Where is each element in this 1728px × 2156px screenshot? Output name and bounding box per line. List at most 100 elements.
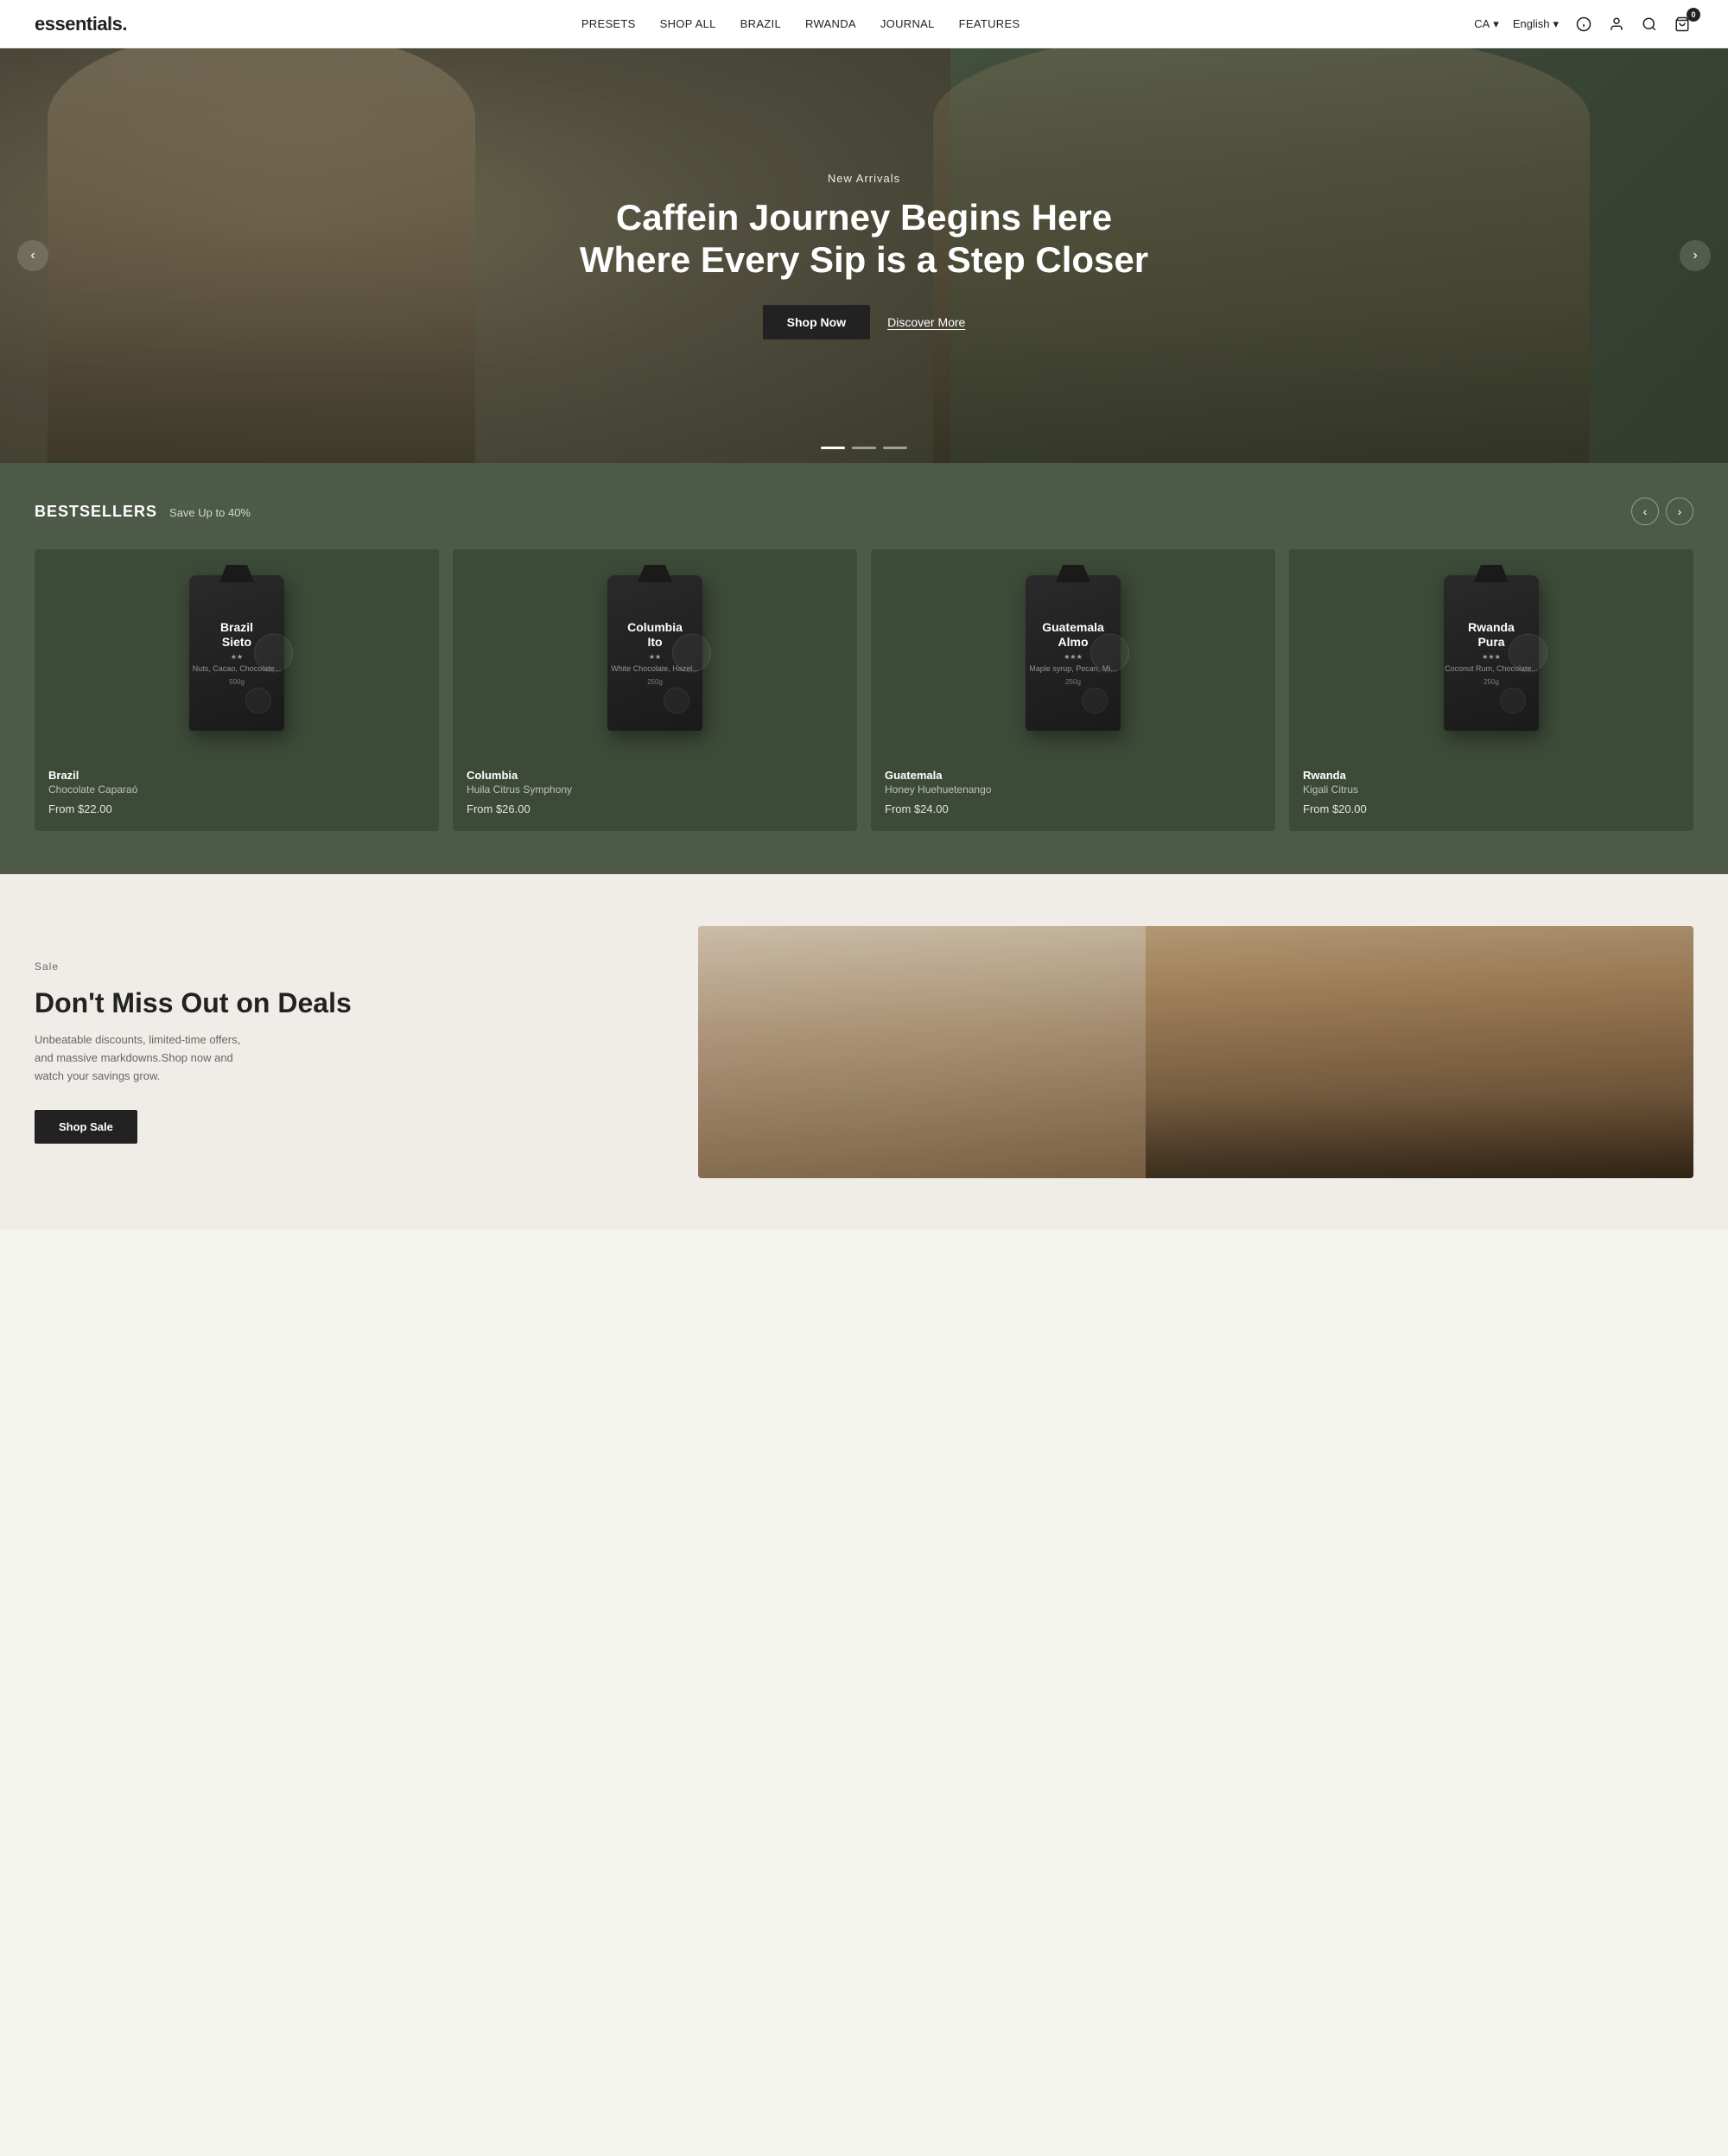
sale-image	[698, 926, 1693, 1178]
product-price: From $22.00	[48, 802, 425, 815]
sale-section: Sale Don't Miss Out on Deals Unbeatable …	[0, 874, 1728, 1230]
section-subtitle: Save Up to 40%	[169, 506, 251, 519]
discover-more-button[interactable]: Discover More	[887, 315, 965, 329]
info-icon	[1576, 16, 1591, 32]
product-region: Brazil	[48, 769, 425, 782]
hero-next-button[interactable]: ›	[1680, 240, 1711, 271]
hero-dot-2[interactable]	[852, 447, 876, 449]
product-price: From $24.00	[885, 802, 1261, 815]
hero-dot-3[interactable]	[883, 447, 907, 449]
product-region: Columbia	[467, 769, 843, 782]
product-image-wrap: RwandaPura ★★★ Coconut Rum, Chocolate...…	[1289, 549, 1693, 757]
product-image-wrap: ColumbiaIto ★★ White Chocolate, Hazel...…	[453, 549, 857, 757]
bag-name: BrazilSieto	[220, 620, 253, 650]
bag-name: GuatemalaAlmo	[1042, 620, 1104, 650]
coffee-bag: ColumbiaIto ★★ White Chocolate, Hazel...…	[607, 575, 702, 731]
user-icon	[1609, 16, 1624, 32]
search-button[interactable]	[1638, 13, 1661, 35]
bag-notes: Maple syrup, Pecan, Mi...	[1029, 664, 1117, 673]
products-grid: BrazilSieto ★★ Nuts, Cacao, Chocolate...…	[35, 549, 1693, 831]
logo[interactable]: essentials.	[35, 13, 127, 35]
product-name: Kigali Citrus	[1303, 783, 1680, 796]
product-image-wrap: GuatemalaAlmo ★★★ Maple syrup, Pecan, Mi…	[871, 549, 1275, 757]
account-button[interactable]	[1605, 13, 1628, 35]
product-info: Brazil Chocolate Caparaó From $22.00	[35, 757, 439, 831]
nav-link-presets[interactable]: PRESETS	[581, 17, 636, 30]
shop-now-button[interactable]: Shop Now	[763, 305, 870, 339]
hero-tag: New Arrivals	[579, 172, 1149, 185]
product-name: Huila Citrus Symphony	[467, 783, 843, 796]
sale-description: Unbeatable discounts, limited-time offer…	[35, 1031, 242, 1085]
bag-notes: Coconut Rum, Chocolate...	[1445, 664, 1538, 673]
hero-title: Caffein Journey Begins Here Where Every …	[579, 197, 1149, 281]
nav-link-features[interactable]: FEATURES	[959, 17, 1020, 30]
nav-icons: 0	[1572, 13, 1693, 35]
hero-section: New Arrivals Caffein Journey Begins Here…	[0, 48, 1728, 463]
section-arrows: ‹ ›	[1631, 498, 1693, 525]
product-image-wrap: BrazilSieto ★★ Nuts, Cacao, Chocolate...…	[35, 549, 439, 757]
product-region: Rwanda	[1303, 769, 1680, 782]
nav-link-journal[interactable]: JOURNAL	[880, 17, 935, 30]
product-card[interactable]: ColumbiaIto ★★ White Chocolate, Hazel...…	[453, 549, 857, 831]
hero-prev-button[interactable]: ‹	[17, 240, 48, 271]
product-info: Guatemala Honey Huehuetenango From $24.0…	[871, 757, 1275, 831]
section-title: BESTSELLERS	[35, 503, 157, 521]
sale-tag: Sale	[35, 961, 59, 973]
cart-count: 0	[1687, 8, 1700, 22]
bag-notes: Nuts, Cacao, Chocolate...	[193, 664, 282, 673]
nav-link-shop-all[interactable]: SHOP ALL	[660, 17, 716, 30]
nav-link-rwanda[interactable]: RWANDA	[805, 17, 856, 30]
bag-name: ColumbiaIto	[627, 620, 683, 650]
hero-dot-1[interactable]	[821, 447, 845, 449]
product-card[interactable]: RwandaPura ★★★ Coconut Rum, Chocolate...…	[1289, 549, 1693, 831]
nav-link-brazil[interactable]: BRAZIL	[740, 17, 781, 30]
product-info: Columbia Huila Citrus Symphony From $26.…	[453, 757, 857, 831]
bag-stars: ★★★	[1064, 653, 1083, 661]
coffee-bag: RwandaPura ★★★ Coconut Rum, Chocolate...…	[1444, 575, 1539, 731]
product-region: Guatemala	[885, 769, 1261, 782]
coffee-bag: GuatemalaAlmo ★★★ Maple syrup, Pecan, Mi…	[1026, 575, 1121, 731]
language-selector[interactable]: English ▾	[1513, 17, 1559, 31]
navigation: essentials. PRESETS SHOP ALL BRAZIL RWAN…	[0, 0, 1728, 48]
coffee-bag: BrazilSieto ★★ Nuts, Cacao, Chocolate...…	[189, 575, 284, 731]
cart-button[interactable]: 0	[1671, 13, 1693, 35]
nav-links: PRESETS SHOP ALL BRAZIL RWANDA JOURNAL F…	[581, 17, 1020, 30]
products-next-button[interactable]: ›	[1666, 498, 1693, 525]
product-price: From $20.00	[1303, 802, 1680, 815]
chevron-down-icon: ▾	[1553, 17, 1559, 31]
section-title-wrap: BESTSELLERS Save Up to 40%	[35, 503, 251, 521]
bag-notes: White Chocolate, Hazel...	[611, 664, 699, 673]
product-name: Chocolate Caparaó	[48, 783, 425, 796]
language-label: English	[1513, 17, 1550, 30]
sale-title: Don't Miss Out on Deals	[35, 986, 352, 1019]
products-prev-button[interactable]: ‹	[1631, 498, 1659, 525]
bestsellers-section: BESTSELLERS Save Up to 40% ‹ › BrazilSie…	[0, 463, 1728, 874]
bag-stars: ★★	[649, 653, 661, 661]
bag-weight: 250g	[647, 678, 663, 686]
hero-actions: Shop Now Discover More	[579, 305, 1149, 339]
bag-name: RwandaPura	[1468, 620, 1515, 650]
bag-weight: 250g	[1483, 678, 1499, 686]
product-name: Honey Huehuetenango	[885, 783, 1261, 796]
bag-weight: 250g	[1065, 678, 1081, 686]
sale-overlay	[698, 926, 1693, 1178]
product-card[interactable]: GuatemalaAlmo ★★★ Maple syrup, Pecan, Mi…	[871, 549, 1275, 831]
bag-circle-2	[1082, 688, 1108, 713]
bag-circle-2	[245, 688, 271, 713]
hero-dots	[821, 447, 907, 449]
product-price: From $26.00	[467, 802, 843, 815]
product-card[interactable]: BrazilSieto ★★ Nuts, Cacao, Chocolate...…	[35, 549, 439, 831]
bag-circle-2	[664, 688, 689, 713]
bag-circle-2	[1500, 688, 1526, 713]
search-icon	[1642, 16, 1657, 32]
sale-text-col: Sale Don't Miss Out on Deals Unbeatable …	[35, 926, 698, 1178]
hero-content: New Arrivals Caffein Journey Begins Here…	[562, 172, 1166, 339]
country-selector[interactable]: CA ▾	[1474, 17, 1499, 31]
nav-right: CA ▾ English ▾ 0	[1474, 13, 1693, 35]
bag-weight: 500g	[229, 678, 245, 686]
shop-sale-button[interactable]: Shop Sale	[35, 1110, 137, 1144]
country-code: CA	[1474, 17, 1490, 30]
help-button[interactable]	[1572, 13, 1595, 35]
bag-stars: ★★★	[1482, 653, 1501, 661]
section-header: BESTSELLERS Save Up to 40% ‹ ›	[35, 498, 1693, 525]
